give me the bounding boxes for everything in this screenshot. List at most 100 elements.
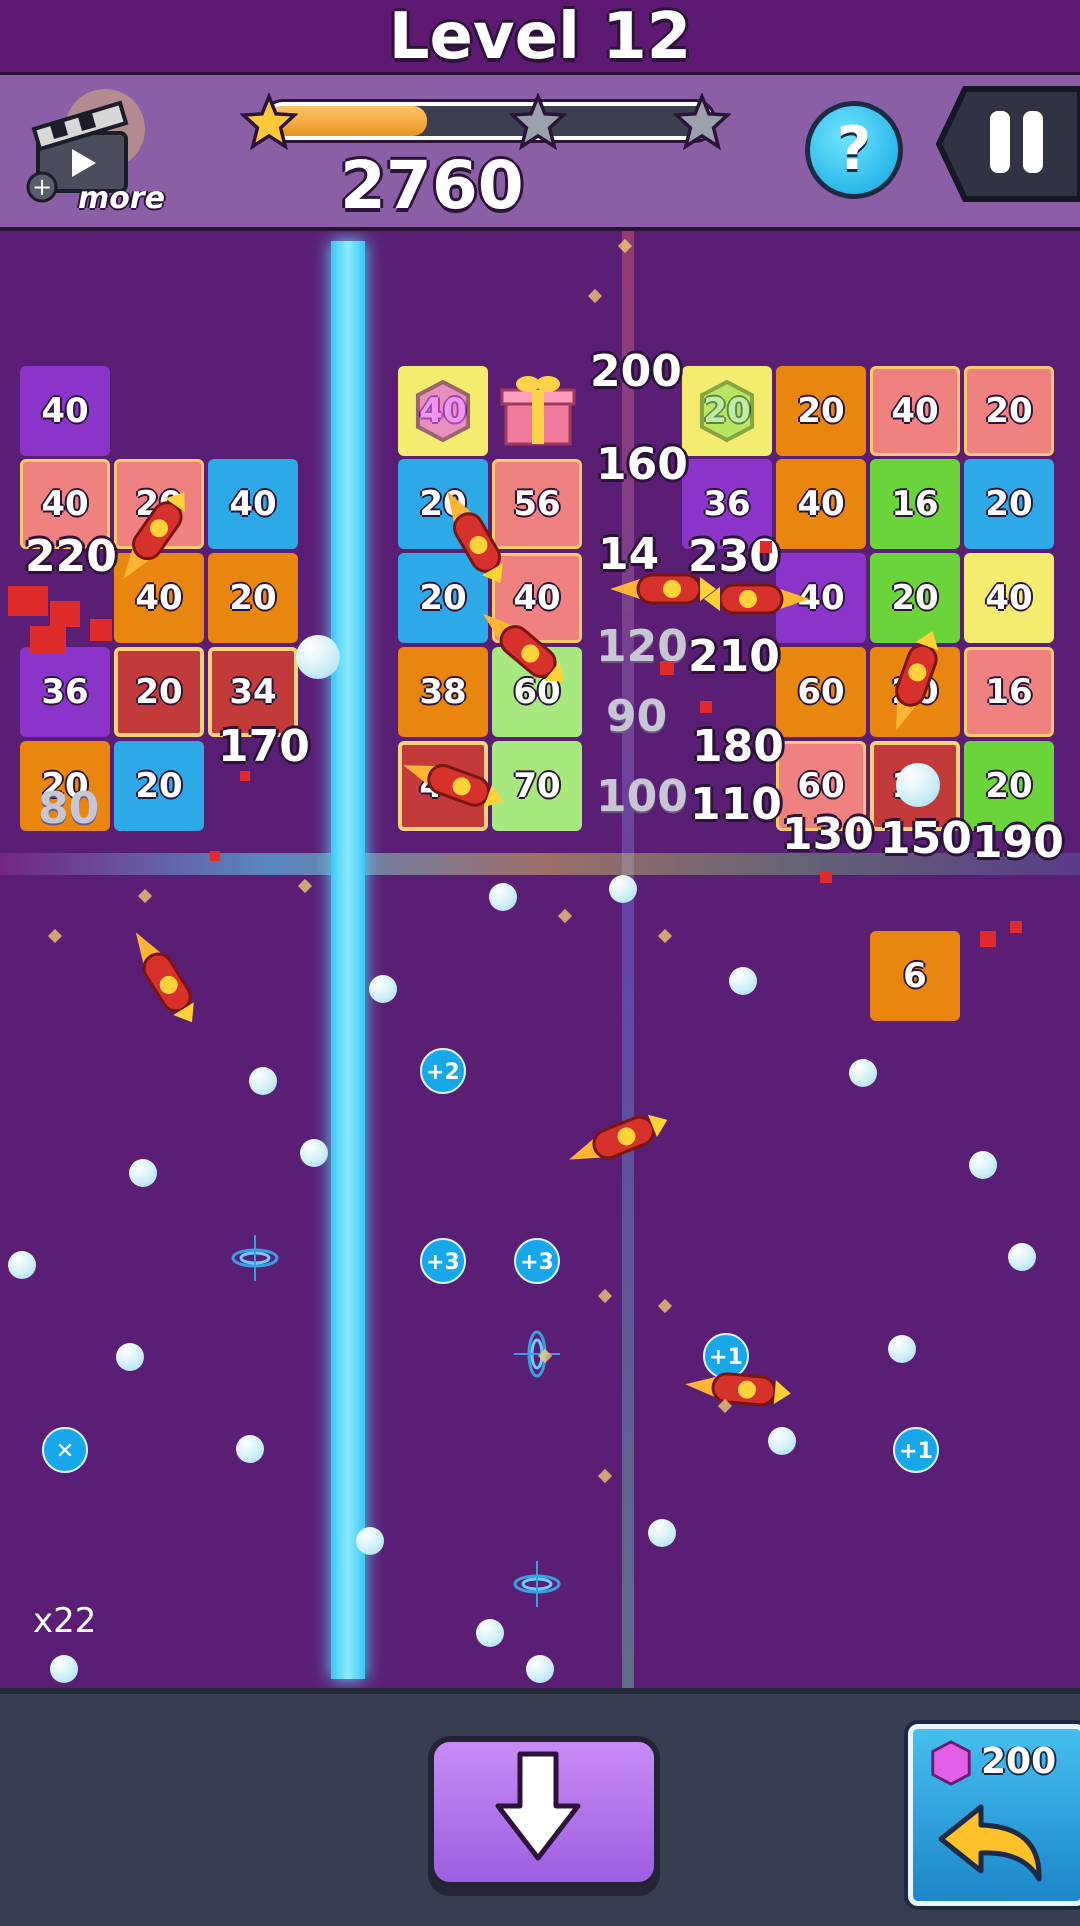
rocket-brick: 20 <box>776 366 866 456</box>
brick: 20 <box>964 459 1054 549</box>
debris <box>980 931 996 947</box>
plus-balls-bonus: +3 <box>514 1238 560 1284</box>
plus-balls-bonus: +3 <box>420 1238 466 1284</box>
debris <box>820 871 832 883</box>
sparkle <box>557 908 573 924</box>
drop-balls-button[interactable] <box>428 1736 660 1888</box>
undo-price: 200 <box>981 1741 1057 1782</box>
ball <box>129 1159 157 1187</box>
missile-icon <box>569 1114 668 1160</box>
title-bar: Level 12 <box>0 0 1080 75</box>
sparkle <box>657 1298 673 1314</box>
hit-number: 180 <box>692 721 784 772</box>
sparkle <box>47 928 63 944</box>
plus-balls-bonus: +2 <box>420 1048 466 1094</box>
split-ball-bonus-icon: ✕ <box>42 1427 88 1473</box>
hit-number: 80 <box>38 783 100 834</box>
brick: 36 <box>20 647 110 737</box>
missile-icon <box>685 1372 791 1407</box>
ball <box>369 975 397 1003</box>
brick: 16 <box>964 647 1054 737</box>
undo-arrow-icon <box>938 1804 1042 1882</box>
star-progress-bar <box>265 102 713 140</box>
svg-text:+: + <box>32 173 52 201</box>
debris <box>700 701 712 713</box>
ball <box>356 1527 384 1555</box>
pause-icon <box>935 86 1080 202</box>
sparkle <box>597 1288 613 1304</box>
undo-button[interactable]: 200 <box>908 1724 1080 1906</box>
ball <box>476 1619 504 1647</box>
hit-number: 110 <box>690 779 782 830</box>
ball <box>888 1335 916 1363</box>
plus-balls-bonus: +1 <box>893 1427 939 1473</box>
hit-number: 220 <box>25 531 117 582</box>
debris <box>210 851 220 861</box>
hit-number: 210 <box>688 631 780 682</box>
debris <box>240 771 250 781</box>
ball <box>8 1251 36 1279</box>
pause-button[interactable] <box>935 85 1080 203</box>
ball <box>296 635 340 679</box>
help-button[interactable]: ? <box>805 101 903 199</box>
brick: 20 <box>114 741 204 831</box>
sparkle <box>297 878 313 894</box>
ball <box>648 1519 676 1547</box>
ball <box>896 763 940 807</box>
debris <box>660 661 674 675</box>
brick: 40 <box>208 459 298 549</box>
missile-icon <box>704 583 810 615</box>
gem-brick: 40 <box>964 553 1054 643</box>
ball <box>1008 1243 1036 1271</box>
debris <box>1010 921 1022 933</box>
brick: 20 <box>114 647 204 737</box>
score-value: 2760 <box>340 147 524 224</box>
ball <box>489 883 517 911</box>
sparkle <box>597 1468 613 1484</box>
more-label: more <box>78 181 166 216</box>
sparkle <box>657 928 673 944</box>
debris <box>30 626 66 654</box>
ball <box>729 967 757 995</box>
ball <box>236 1435 264 1463</box>
pink-gem-icon <box>415 379 471 443</box>
brick: 16 <box>870 459 960 549</box>
rocket-brick: 40 <box>776 459 866 549</box>
hit-number: 90 <box>606 691 668 742</box>
hit-number: 130 <box>782 809 874 860</box>
hit-number: 120 <box>596 621 688 672</box>
question-mark-icon: ? <box>836 114 872 184</box>
green-gem-icon <box>699 379 755 443</box>
ball <box>526 1655 554 1683</box>
debris <box>760 541 772 553</box>
ball <box>249 1067 277 1095</box>
ball <box>609 875 637 903</box>
gem-icon <box>931 1740 971 1786</box>
ball <box>300 1139 328 1167</box>
sparkle <box>137 888 153 904</box>
hit-number: 160 <box>596 439 688 490</box>
playfield[interactable]: 40 40 20 40 40 20 36 20 34 20 20 40 20 5… <box>0 231 1080 1688</box>
sparkle <box>587 288 603 304</box>
brick: 40 <box>20 366 110 456</box>
laser-ring-icon <box>231 1235 279 1281</box>
gift-box-icon <box>500 376 576 446</box>
brick: 20 <box>964 366 1054 456</box>
ball <box>116 1343 144 1371</box>
star-1-icon <box>240 93 298 151</box>
arrow-down-icon <box>495 1751 581 1861</box>
debris <box>50 601 80 627</box>
missile-icon <box>135 932 194 1023</box>
brick: 40 <box>870 366 960 456</box>
brick: 6 <box>870 931 960 1021</box>
brick: 20 <box>208 553 298 643</box>
star-3-icon <box>673 93 731 151</box>
star-2-icon <box>509 93 567 151</box>
laser-ring-icon <box>513 1561 561 1607</box>
level-title: Level 12 <box>388 0 692 74</box>
more-games-button[interactable]: + more <box>20 89 170 219</box>
hit-number: 190 <box>972 817 1064 868</box>
vertical-laser-beam <box>331 241 365 1679</box>
debris <box>90 619 112 641</box>
bottom-bar: 200 <box>0 1688 1080 1926</box>
